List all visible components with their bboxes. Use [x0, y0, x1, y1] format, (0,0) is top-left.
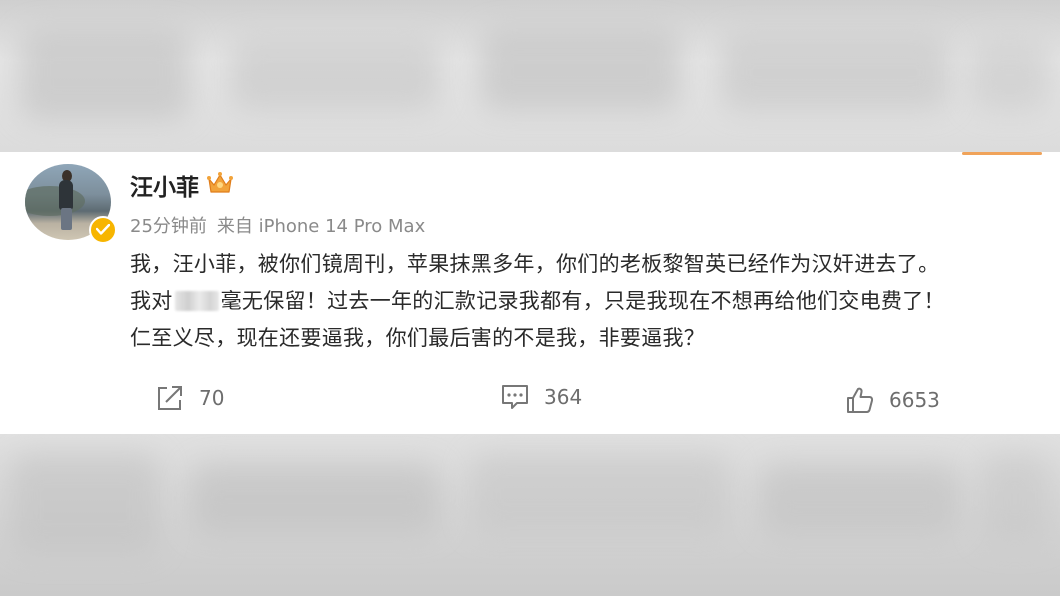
post-meta: 25分钟前 来自 iPhone 14 Pro Max [130, 212, 425, 238]
member-crown-icon [206, 170, 234, 196]
censored-text [174, 291, 219, 311]
repost-button[interactable]: 70 [155, 384, 224, 412]
verified-badge-icon [89, 216, 117, 244]
post-body: 我，汪小菲，被你们镜周刊，苹果抹黑多年，你们的老板黎智英已经作为汉奸进去了。 我… [130, 246, 1050, 357]
post-text-line-3: 仁至义尽，现在还要逼我，你们最后害的不是我，非要逼我？ [130, 326, 706, 350]
card-accent-bar [962, 152, 1042, 155]
repost-count: 70 [199, 386, 225, 410]
post-text-line-2: 我对 毫无保留！过去一年的汇款记录我都有，只是我现在不想再给他们交电费了！ [130, 289, 945, 313]
post-time[interactable]: 25分钟前 [130, 216, 207, 237]
like-button[interactable]: 6653 [845, 385, 940, 415]
thumbs-up-icon [845, 385, 875, 415]
comment-count: 364 [544, 385, 583, 409]
comment-icon [500, 383, 530, 411]
comment-button[interactable]: 364 [500, 383, 582, 411]
username[interactable]: 汪小菲 [130, 168, 199, 202]
avatar[interactable] [25, 164, 117, 250]
blurred-background-bottom [0, 434, 1060, 596]
like-count: 6653 [889, 388, 940, 412]
post-source: 来自 iPhone 14 Pro Max [216, 216, 426, 237]
share-icon [155, 384, 185, 412]
blurred-background-top [0, 0, 1060, 152]
post-text-line-1: 我，汪小菲，被你们镜周刊，苹果抹黑多年，你们的老板黎智英已经作为汉奸进去了。 [130, 252, 940, 276]
